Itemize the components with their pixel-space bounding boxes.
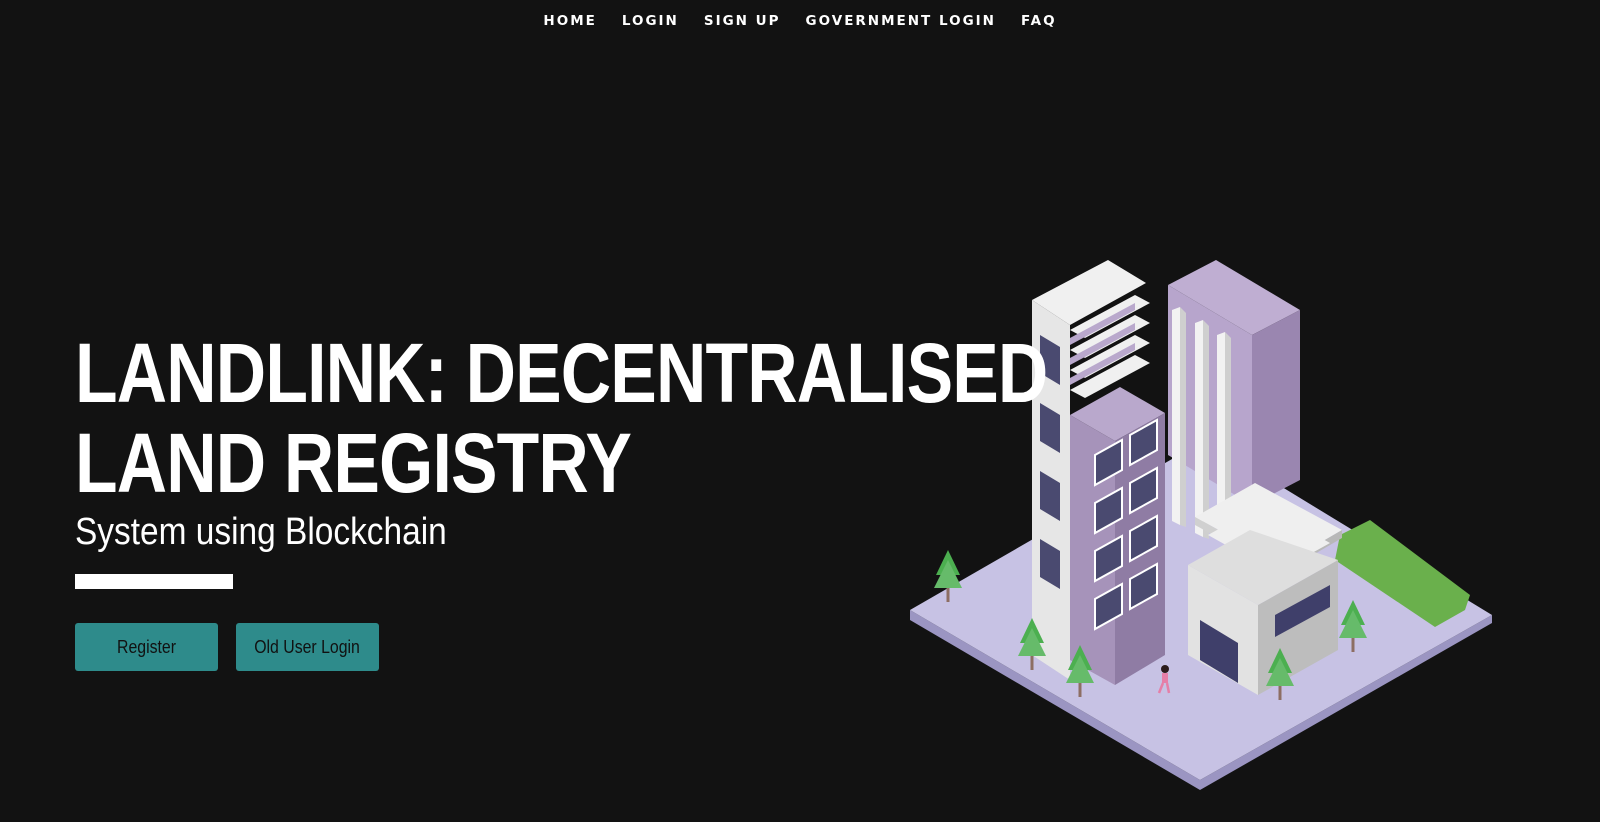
old-user-login-button-label: Old User Login bbox=[254, 636, 361, 657]
nav-government-login-link[interactable]: GOVERNMENT LOGIN bbox=[806, 13, 996, 29]
hero-title-line-1: LANDLINK: DECENTRALISED bbox=[75, 326, 1048, 420]
back-tower-right bbox=[1252, 310, 1300, 505]
top-navigation: HOME LOGIN SIGN UP GOVERNMENT LOGIN FAQ bbox=[0, 0, 1600, 42]
nav-signup-link[interactable]: SIGN UP bbox=[704, 13, 781, 29]
hero-divider-bar bbox=[75, 574, 233, 589]
nav-faq-link[interactable]: FAQ bbox=[1021, 13, 1057, 29]
old-user-login-button[interactable]: Old User Login bbox=[236, 623, 379, 671]
register-button[interactable]: Register bbox=[75, 623, 218, 671]
nav-login-link[interactable]: LOGIN bbox=[622, 13, 679, 29]
register-button-label: Register bbox=[117, 636, 176, 657]
hero-section: LANDLINK: DECENTRALISED LAND REGISTRY bbox=[75, 328, 1255, 508]
hero-title: LANDLINK: DECENTRALISED LAND REGISTRY bbox=[75, 328, 1054, 508]
nav-home-link[interactable]: HOME bbox=[543, 13, 596, 29]
hero-subtitle: System using Blockchain bbox=[75, 511, 447, 553]
hero-title-line-2: LAND REGISTRY bbox=[75, 416, 632, 510]
